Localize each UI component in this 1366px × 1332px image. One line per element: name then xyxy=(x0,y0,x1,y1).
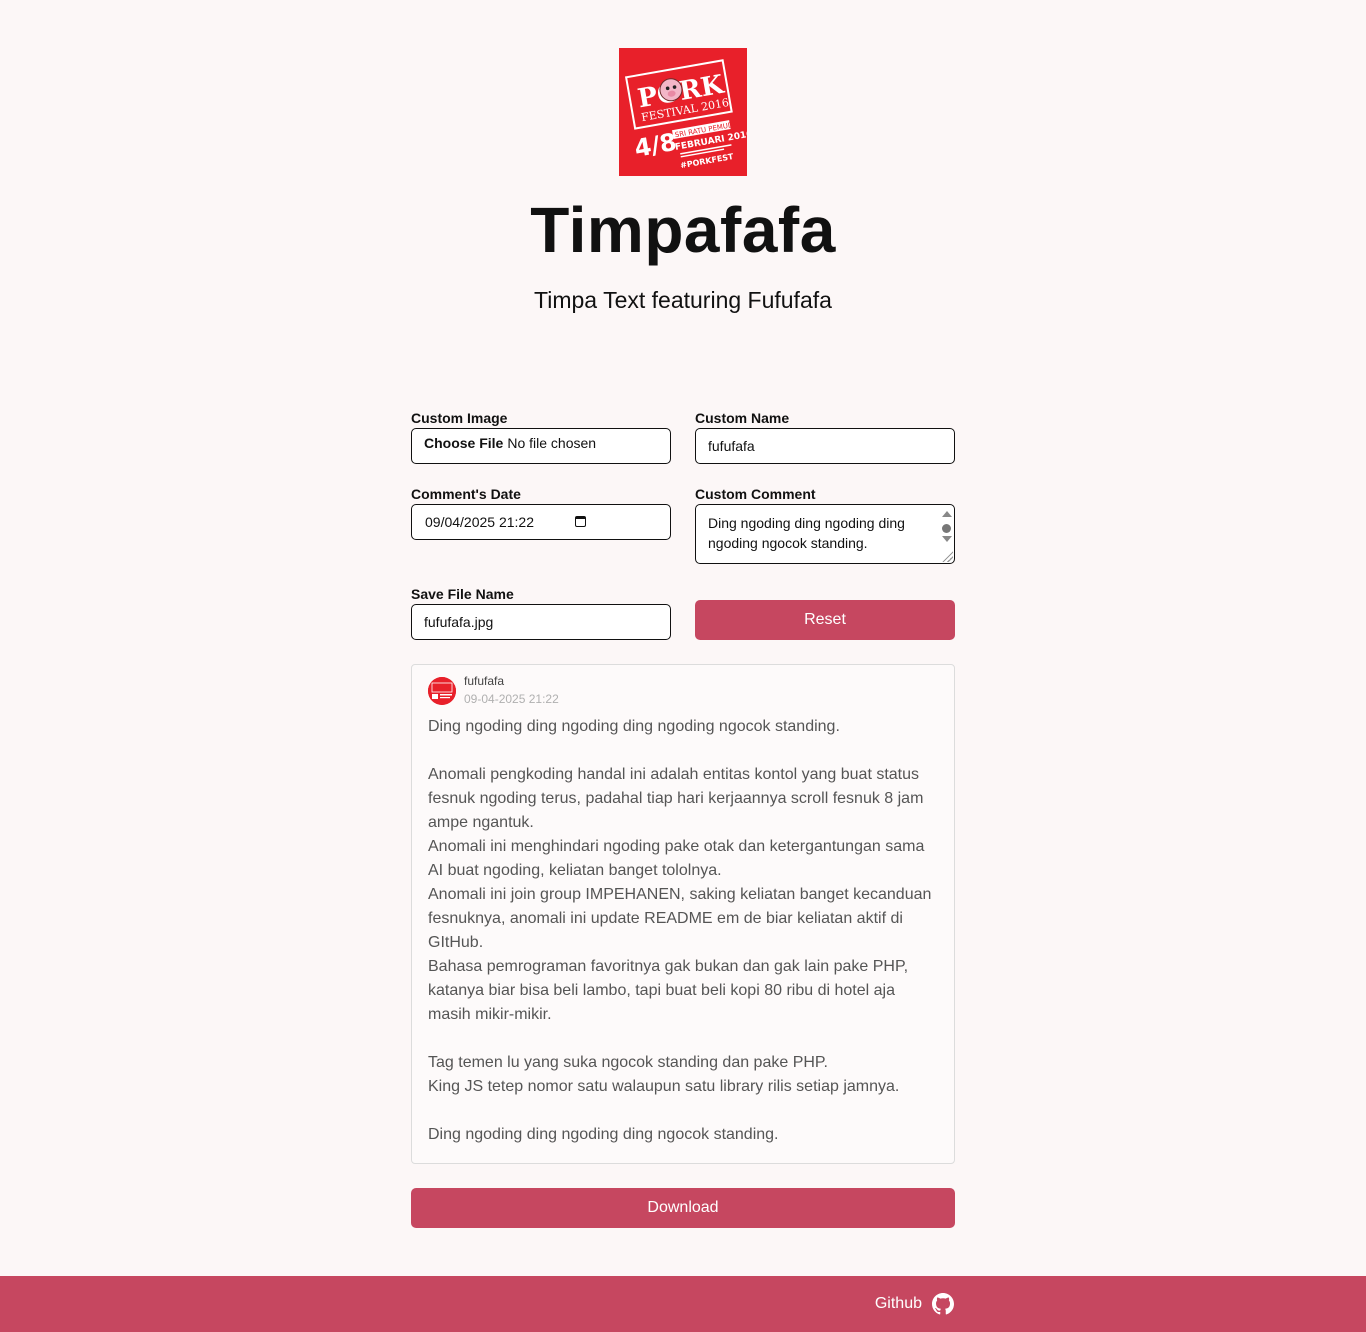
custom-comment-value: Ding ngoding ding ngoding ding ngoding n… xyxy=(708,515,905,551)
preview-paragraph: Ding ngoding ding ngoding ding ngoding n… xyxy=(428,718,840,735)
github-link[interactable]: Github xyxy=(875,1292,954,1316)
custom-image-file-input[interactable]: Choose File No file chosen xyxy=(411,428,671,464)
comment-date-label: Comment's Date xyxy=(411,486,521,502)
page-title: Timpafafa xyxy=(530,194,836,266)
preview-paragraph: King JS tetep nomor satu walaupun satu l… xyxy=(428,1078,900,1095)
preview-paragraph: Anomali pengkoding handal ini adalah ent… xyxy=(428,766,924,831)
avatar xyxy=(428,677,456,705)
custom-name-input[interactable]: fufufafa xyxy=(695,428,955,464)
preview-date: 09-04-2025 21:22 xyxy=(464,692,559,706)
preview-paragraph: Bahasa pemrograman favoritnya gak bukan … xyxy=(428,958,909,1023)
custom-name-label: Custom Name xyxy=(695,410,790,426)
calendar-icon[interactable] xyxy=(575,516,586,527)
preview-paragraph: Ding ngoding ding ngoding ding ngocok st… xyxy=(428,1126,779,1143)
save-file-name-label: Save File Name xyxy=(411,586,514,602)
comment-date-value: 09/04/2025 21:22 xyxy=(425,514,534,530)
reset-button[interactable]: Reset xyxy=(695,600,955,640)
page-subtitle: Timpa Text featuring Fufufafa xyxy=(534,287,832,313)
comment-preview-card: fufufafa 09-04-2025 21:22 Ding ngoding d… xyxy=(411,664,955,1164)
preview-paragraph: Anomali ini menghindari ngoding pake ota… xyxy=(428,838,925,879)
scroll-thumb[interactable] xyxy=(942,524,951,533)
comment-date-input[interactable]: 09/04/2025 21:22 xyxy=(411,504,671,540)
preview-name: fufufafa xyxy=(464,674,505,688)
scroll-down-arrow-icon[interactable] xyxy=(942,536,952,542)
preview-comment-body: Ding ngoding ding ngoding ding ngoding n… xyxy=(428,715,940,1147)
custom-comment-label: Custom Comment xyxy=(695,486,816,502)
scroll-up-arrow-icon[interactable] xyxy=(942,511,952,517)
github-icon xyxy=(932,1293,954,1315)
preview-paragraph: Anomali ini join group IMPEHANEN, saking… xyxy=(428,886,932,951)
custom-image-label: Custom Image xyxy=(411,410,508,426)
custom-comment-textarea[interactable]: Ding ngoding ding ngoding ding ngoding n… xyxy=(695,504,955,564)
preview-paragraph: Tag temen lu yang suka ngocok standing d… xyxy=(428,1054,828,1071)
save-file-name-input[interactable]: fufufafa.jpg xyxy=(411,604,671,640)
file-status-text: No file chosen xyxy=(507,435,597,451)
footer: Github xyxy=(0,1276,1366,1332)
github-link-label: Github xyxy=(874,1295,922,1312)
choose-file-button[interactable]: Choose File xyxy=(424,435,503,451)
download-button[interactable]: Download xyxy=(411,1188,955,1228)
resize-handle-icon[interactable] xyxy=(941,550,953,562)
pork-festival-logo: PORK FESTIVAL 2016 4/8 SRI RATU PEMUDA F… xyxy=(619,48,747,176)
